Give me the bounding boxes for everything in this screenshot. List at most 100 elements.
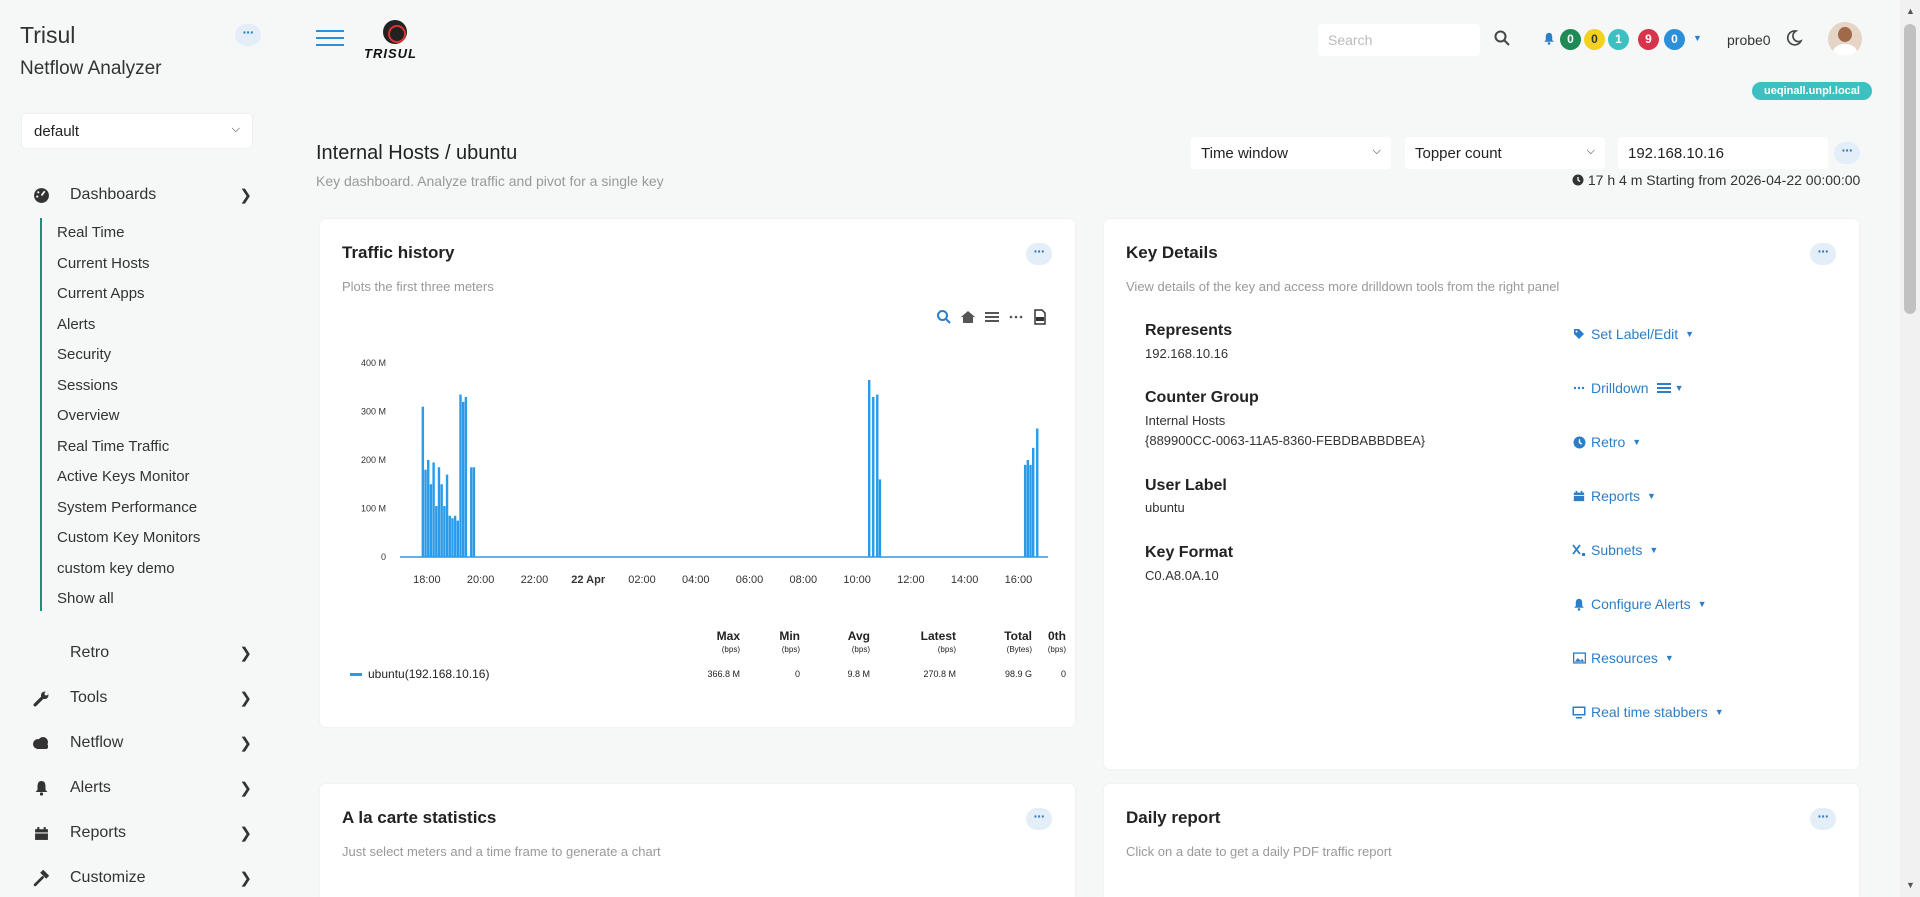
key-input[interactable]: 192.168.10.16 xyxy=(1618,137,1828,169)
chevron-right-icon: ❯ xyxy=(239,870,252,887)
app-title: Trisul xyxy=(20,22,76,48)
panel-options-button[interactable]: ··· xyxy=(1810,808,1836,830)
traffic-chart[interactable]: 400 M 300 M 200 M 100 M 0 18:00 20:00 22:00 22 A… xyxy=(342,329,1062,609)
chart-bar xyxy=(1026,460,1030,557)
field-value-user-label: ubuntu xyxy=(1145,500,1185,515)
chart-bar xyxy=(878,479,882,557)
panel-options-button[interactable]: ··· xyxy=(1810,243,1836,265)
search-input[interactable] xyxy=(1318,24,1480,56)
submenu-item-custom-key-monitors[interactable]: Custom Key Monitors xyxy=(57,529,200,546)
user-avatar[interactable] xyxy=(1828,22,1862,56)
subnets-dropdown[interactable]: Subnets ▼ xyxy=(1572,542,1658,558)
alert-badge-blue[interactable]: 0 xyxy=(1664,29,1685,50)
home-icon[interactable] xyxy=(960,309,978,327)
zoom-icon[interactable] xyxy=(936,309,954,327)
legend-value: 9.8 M xyxy=(847,669,870,679)
caret-down-icon[interactable]: ▼ xyxy=(1693,33,1702,43)
page-options-button[interactable]: ··· xyxy=(1834,142,1860,164)
configure-alerts-dropdown[interactable]: Configure Alerts ▼ xyxy=(1572,596,1707,612)
chart-bar xyxy=(470,467,473,557)
context-select[interactable]: default ⌵ xyxy=(22,114,252,148)
tool-label: Configure Alerts xyxy=(1591,596,1691,612)
submenu-item-overview[interactable]: Overview xyxy=(57,407,120,424)
alert-badge-green[interactable]: 0 xyxy=(1560,29,1581,50)
legend-value: 366.8 M xyxy=(707,669,740,679)
drilldown-dropdown[interactable]: Drilldown ▼ xyxy=(1572,380,1684,396)
time-window-select[interactable]: Time window ⌵ xyxy=(1191,137,1391,169)
submenu-item-current-hosts[interactable]: Current Hosts xyxy=(57,255,150,272)
y-tick-label: 200 M xyxy=(361,455,386,465)
wrench-icon xyxy=(30,689,52,707)
submenu-item-custom-key-demo[interactable]: custom key demo xyxy=(57,560,175,577)
logo-text: TRISUL xyxy=(364,46,417,61)
menu-lines-icon xyxy=(1656,382,1671,394)
chart-bar xyxy=(453,515,457,557)
submenu-item-real-time-traffic[interactable]: Real Time Traffic xyxy=(57,438,169,455)
submenu-item-real-time[interactable]: Real Time xyxy=(57,224,125,241)
topper-count-select[interactable]: Topper count ⌵ xyxy=(1405,137,1605,169)
x-tick-label: 06:00 xyxy=(736,574,764,586)
panel-subtitle: Click on a date to get a daily PDF traff… xyxy=(1126,844,1392,859)
scroll-down-arrow-icon[interactable]: ▼ xyxy=(1906,880,1915,890)
chart-bar xyxy=(424,469,427,557)
field-value-counter-group-guid: {889900CC-0063-11A5-8360-FEBDBABBDBEA} xyxy=(1145,433,1426,448)
legend-header: 0th xyxy=(1048,629,1066,643)
pdf-icon[interactable] xyxy=(1032,309,1050,327)
menu-lines-icon[interactable] xyxy=(984,309,1002,327)
set-label-edit-dropdown[interactable]: Set Label/Edit ▼ xyxy=(1572,326,1694,342)
probe-label[interactable]: probe0 xyxy=(1727,32,1771,48)
legend-series-name: ubuntu(192.168.10.16) xyxy=(368,667,490,681)
chart-bar xyxy=(872,396,875,557)
sidebar-item-netflow[interactable]: Netflow ❯ xyxy=(30,728,260,758)
sidebar-item-retro[interactable]: Retro ❯ xyxy=(30,638,260,668)
hamburger-menu-button[interactable] xyxy=(316,30,344,50)
legend-header: Min xyxy=(779,629,800,643)
chart-bar xyxy=(456,520,460,557)
sidebar-item-tools[interactable]: Tools ❯ xyxy=(30,683,260,713)
submenu-item-current-apps[interactable]: Current Apps xyxy=(57,285,145,302)
dark-mode-moon-icon[interactable] xyxy=(1784,28,1804,48)
submenu-item-sessions[interactable]: Sessions xyxy=(57,377,118,394)
submenu-item-security[interactable]: Security xyxy=(57,346,111,363)
search-icon[interactable] xyxy=(1494,30,1512,48)
caret-down-icon: ▼ xyxy=(1674,383,1684,393)
chevron-right-icon: ❯ xyxy=(239,690,252,707)
submenu-item-system-performance[interactable]: System Performance xyxy=(57,499,197,516)
x-tick-label: 04:00 xyxy=(682,574,710,586)
retro-dropdown[interactable]: Retro ▼ xyxy=(1572,434,1641,450)
alacarte-panel: A la carte statistics Just select meters… xyxy=(320,784,1075,897)
sidebar-item-reports[interactable]: Reports ❯ xyxy=(30,818,260,848)
sidebar-item-alerts[interactable]: Alerts ❯ xyxy=(30,773,260,803)
reports-dropdown[interactable]: Reports ▼ xyxy=(1572,488,1656,504)
notification-bell-icon[interactable] xyxy=(1543,32,1555,48)
panel-options-button[interactable]: ··· xyxy=(1026,808,1052,830)
page-scrollbar[interactable]: ▲ ▼ xyxy=(1900,0,1920,897)
ellipsis-icon[interactable] xyxy=(1008,309,1026,327)
chevron-down-icon: ⌵ xyxy=(231,123,240,135)
alert-badge-teal[interactable]: 1 xyxy=(1608,29,1629,50)
sidebar-item-dashboards[interactable]: Dashboards ❯ xyxy=(30,180,260,210)
panel-options-button[interactable]: ··· xyxy=(1026,243,1052,265)
alert-badge-yellow[interactable]: 0 xyxy=(1584,29,1605,50)
y-tick-label: 100 M xyxy=(361,504,386,514)
panel-title: Traffic history xyxy=(342,243,455,262)
submenu-item-show-all[interactable]: Show all xyxy=(57,590,114,607)
chevron-down-icon: ⌵ xyxy=(1586,145,1595,157)
bell-icon xyxy=(30,779,52,797)
sidebar-item-customize[interactable]: Customize ❯ xyxy=(30,863,260,893)
chart-bar xyxy=(451,518,454,557)
sidebar-options-button[interactable]: ··· xyxy=(235,24,261,46)
chart-bar xyxy=(427,460,430,557)
scroll-up-arrow-icon[interactable]: ▲ xyxy=(1906,6,1915,16)
tool-label: Reports xyxy=(1591,488,1641,504)
calendar-icon xyxy=(30,824,52,842)
submenu-item-alerts[interactable]: Alerts xyxy=(57,316,95,333)
scrollbar-thumb[interactable] xyxy=(1904,24,1916,314)
submenu-item-active-keys-monitor[interactable]: Active Keys Monitor xyxy=(57,468,190,485)
time-window-text: 17 h 4 m Starting from 2026-04-22 00:00:… xyxy=(1587,172,1861,188)
legend-series[interactable]: ubuntu(192.168.10.16) xyxy=(350,667,550,681)
chart-bar xyxy=(867,379,871,557)
alert-badge-red[interactable]: 9 xyxy=(1638,29,1659,50)
resources-dropdown[interactable]: Resources ▼ xyxy=(1572,650,1674,666)
real-time-stabbers-dropdown[interactable]: Real time stabbers ▼ xyxy=(1572,704,1724,720)
